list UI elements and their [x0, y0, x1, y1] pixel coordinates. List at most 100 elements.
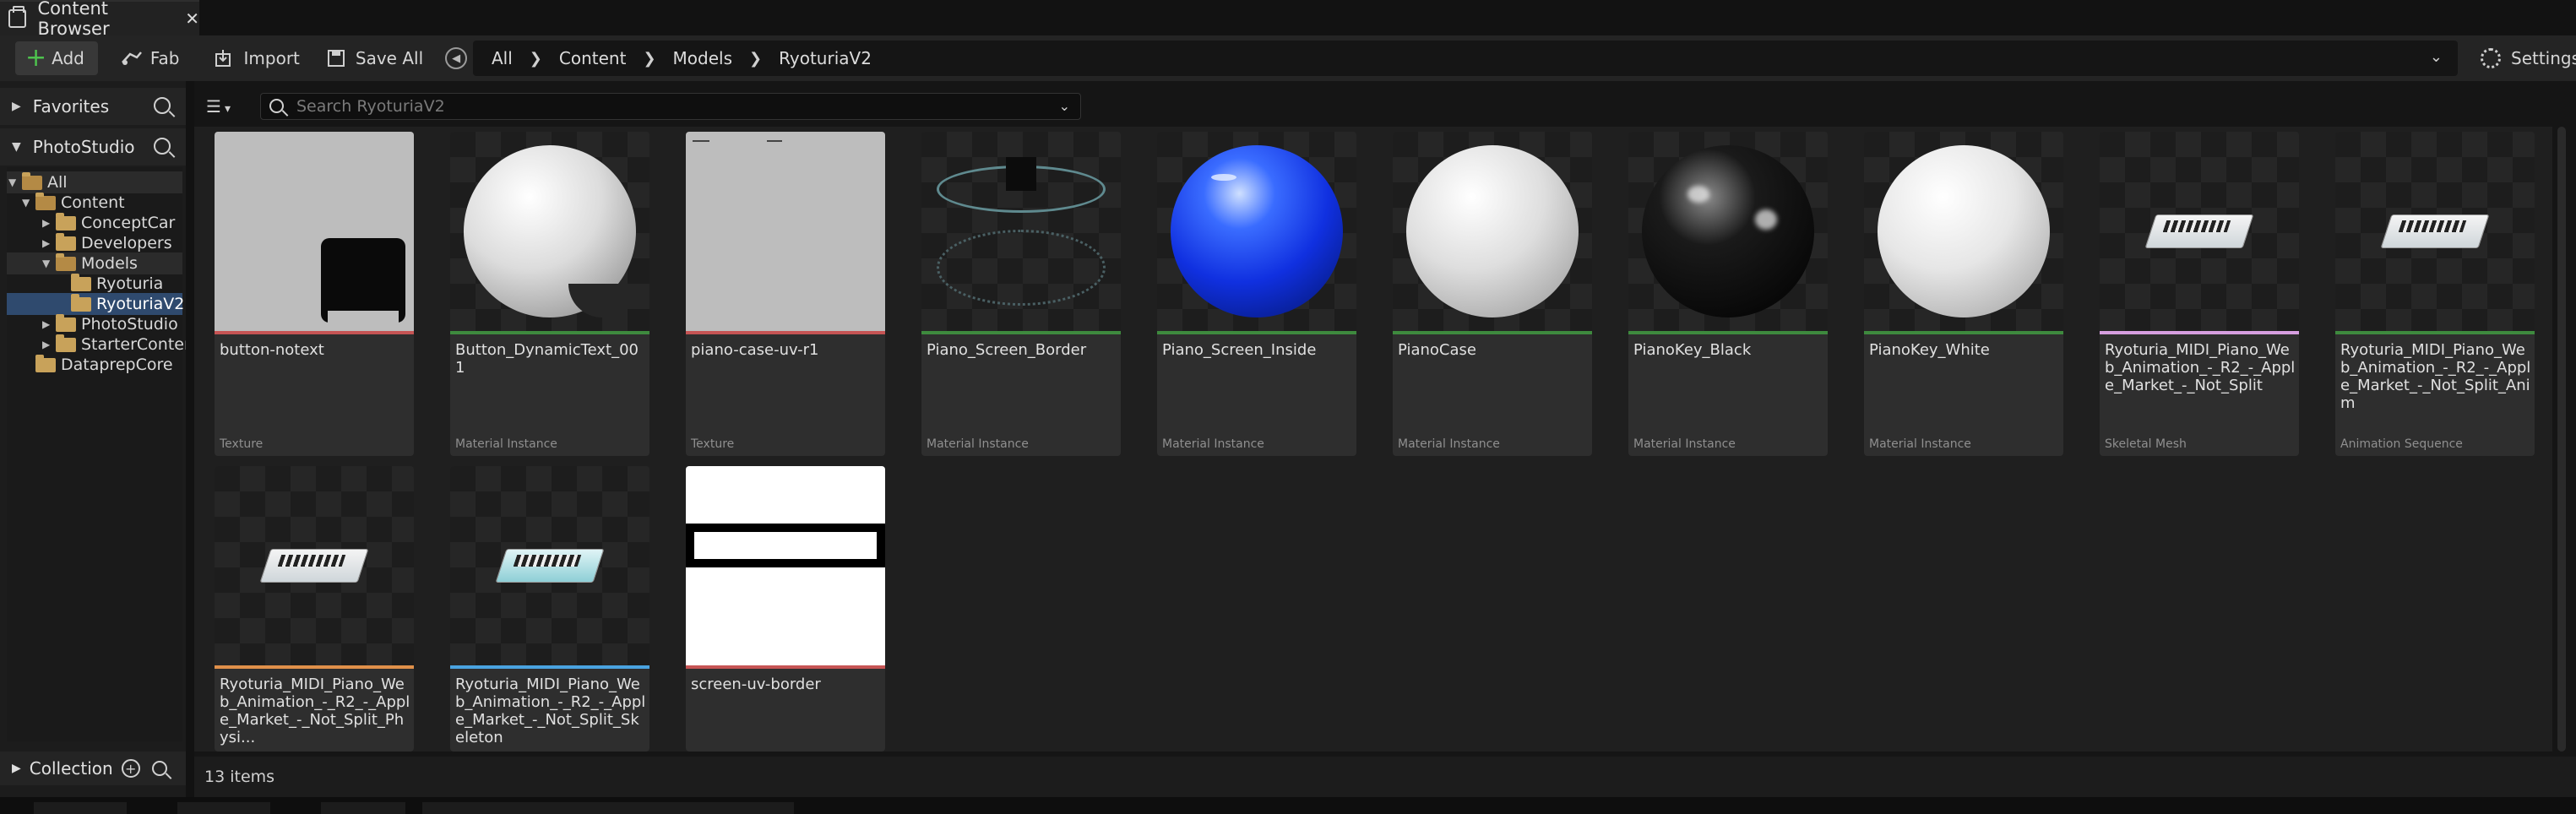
import-button[interactable]: Import: [204, 41, 310, 75]
tree-item-ryoturiav2[interactable]: RyoturiaV2: [57, 293, 184, 314]
asset-type-color-bar: [450, 665, 649, 669]
breadcrumb-separator-icon[interactable]: ❯: [643, 50, 655, 68]
asset-name: Piano_Screen_Border: [927, 341, 1087, 359]
asset-tile[interactable]: PianoCase Material Instance: [1393, 132, 1592, 456]
dock-tab[interactable]: [34, 802, 127, 814]
dock-tab[interactable]: [177, 802, 270, 814]
collapse-triangle-icon[interactable]: ▼: [12, 140, 21, 154]
search-input[interactable]: [296, 97, 1023, 116]
asset-type-color-bar: [1628, 331, 1828, 334]
dock-tab[interactable]: [321, 802, 405, 814]
asset-thumbnail: [2100, 132, 2299, 331]
collapse-triangle-icon[interactable]: ▼: [42, 258, 56, 269]
tree-item-label: StarterContent: [81, 335, 201, 354]
asset-name: piano-case-uv-r1: [691, 341, 819, 359]
asset-tile[interactable]: Piano_Screen_Border Material Instance: [921, 132, 1121, 456]
add-label: Add: [52, 48, 84, 68]
tree-item-all[interactable]: ▼ All: [8, 171, 68, 193]
expand-triangle-icon[interactable]: ▶: [42, 237, 56, 249]
asset-tile[interactable]: Ryoturia_MIDI_Piano_Web_Animation_-_R2_-…: [215, 466, 414, 752]
collapse-triangle-icon[interactable]: ▼: [22, 197, 35, 209]
asset-tile[interactable]: Button_DynamicText_001 Material Instance: [450, 132, 649, 456]
back-arrow-icon[interactable]: ◀: [445, 47, 468, 69]
fab-label: Fab: [149, 48, 180, 68]
expand-triangle-icon[interactable]: ▶: [42, 217, 56, 229]
import-icon: [215, 50, 231, 67]
photostudio-header[interactable]: ▼ PhotoStudio: [0, 128, 186, 166]
asset-type: Material Instance: [1869, 437, 1971, 451]
breadcrumb-content[interactable]: Content: [559, 48, 627, 68]
chevron-down-icon[interactable]: ⌄: [2430, 48, 2443, 66]
tree-item-developers[interactable]: ▶ Developers: [42, 232, 172, 253]
tab-content-browser[interactable]: Content Browser ✕: [0, 0, 199, 39]
search-icon: [269, 99, 284, 113]
asset-type-color-bar: [686, 665, 885, 669]
tree-item-startercontent[interactable]: ▶ StarterContent: [42, 334, 200, 355]
breadcrumb-all[interactable]: All: [492, 48, 513, 68]
tree-item-ryoturia[interactable]: Ryoturia: [57, 273, 163, 294]
asset-thumbnail: [450, 466, 649, 665]
expand-triangle-icon[interactable]: ▶: [42, 318, 56, 330]
scrollbar[interactable]: [2557, 127, 2566, 752]
save-all-button[interactable]: Save All: [315, 41, 433, 75]
asset-name: Ryoturia_MIDI_Piano_Web_Animation_-_R2_-…: [2340, 341, 2531, 412]
close-icon[interactable]: ✕: [185, 8, 199, 29]
asset-tile[interactable]: button-notext Texture: [215, 132, 414, 456]
folder-icon: [35, 354, 56, 372]
asset-tile[interactable]: Ryoturia_MIDI_Piano_Web_Animation_-_R2_-…: [2100, 132, 2299, 456]
asset-type: Skeletal Mesh: [2105, 437, 2187, 451]
asset-type: Material Instance: [455, 437, 557, 451]
chevron-down-icon[interactable]: ⌄: [1059, 98, 1070, 114]
search-icon[interactable]: [154, 97, 171, 114]
asset-thumbnail: [2335, 132, 2535, 331]
expand-triangle-icon[interactable]: ▶: [42, 339, 56, 350]
asset-name: screen-uv-border: [691, 676, 821, 693]
panel-splitter[interactable]: [186, 81, 194, 814]
breadcrumb-separator-icon[interactable]: ❯: [530, 50, 542, 68]
favorites-header[interactable]: ▶ Favorites: [0, 88, 186, 125]
dock-tab[interactable]: [422, 802, 794, 814]
asset-type: Texture: [691, 437, 735, 451]
collapse-triangle-icon[interactable]: ▼: [8, 176, 22, 188]
filter-icon: ☰: [206, 96, 221, 117]
settings-button[interactable]: Settings: [2470, 41, 2576, 75]
tree-item-label: All: [47, 173, 68, 192]
asset-type: Material Instance: [927, 437, 1029, 451]
tree-item-dataprepcore[interactable]: DataprepCore: [22, 354, 173, 375]
tree-item-photostudio[interactable]: ▶ PhotoStudio: [42, 313, 178, 334]
asset-tile[interactable]: screen-uv-border: [686, 466, 885, 752]
search-box[interactable]: ⌄: [260, 93, 1081, 120]
tree-item-content[interactable]: ▼ Content: [22, 192, 125, 213]
folder-icon: [56, 232, 76, 251]
asset-type-color-bar: [2100, 331, 2299, 334]
filter-row: ☰▾ ⌄: [194, 88, 2576, 125]
add-button[interactable]: + Add: [15, 41, 98, 75]
add-collection-icon[interactable]: +: [121, 759, 140, 778]
search-icon[interactable]: [154, 138, 171, 155]
asset-tile[interactable]: PianoKey_White Material Instance: [1864, 132, 2063, 456]
breadcrumb-ryoturiav2[interactable]: RyoturiaV2: [779, 48, 872, 68]
gear-icon: [2481, 48, 2501, 68]
asset-type-color-bar: [921, 331, 1121, 334]
asset-tile[interactable]: piano-case-uv-r1 Texture: [686, 132, 885, 456]
asset-tile[interactable]: Ryoturia_MIDI_Piano_Web_Animation_-_R2_-…: [2335, 132, 2535, 456]
expand-triangle-icon[interactable]: ▶: [12, 762, 21, 775]
breadcrumb-separator-icon[interactable]: ❯: [749, 50, 762, 68]
asset-tile[interactable]: PianoKey_Black Material Instance: [1628, 132, 1828, 456]
asset-name: Ryoturia_MIDI_Piano_Web_Animation_-_R2_-…: [2105, 341, 2296, 394]
status-bar: 13 items: [194, 757, 2576, 797]
filter-button[interactable]: ☰ ▾: [206, 96, 231, 117]
asset-name: Piano_Screen_Inside: [1162, 341, 1317, 359]
fab-button[interactable]: Fab: [110, 41, 190, 75]
breadcrumb-models[interactable]: Models: [673, 48, 732, 68]
asset-tile[interactable]: Ryoturia_MIDI_Piano_Web_Animation_-_R2_-…: [450, 466, 649, 752]
search-icon[interactable]: [151, 761, 167, 776]
asset-type: Material Instance: [1633, 437, 1736, 451]
collections-header[interactable]: ▶ Collection +: [0, 752, 186, 785]
tree-item-conceptcar[interactable]: ▶ ConceptCar: [42, 212, 175, 233]
expand-triangle-icon[interactable]: ▶: [12, 100, 21, 113]
collections-label: Collection: [29, 758, 113, 779]
asset-tile[interactable]: Piano_Screen_Inside Material Instance: [1157, 132, 1356, 456]
tree-item-models[interactable]: ▼ Models: [42, 252, 138, 274]
save-icon: [327, 50, 345, 67]
